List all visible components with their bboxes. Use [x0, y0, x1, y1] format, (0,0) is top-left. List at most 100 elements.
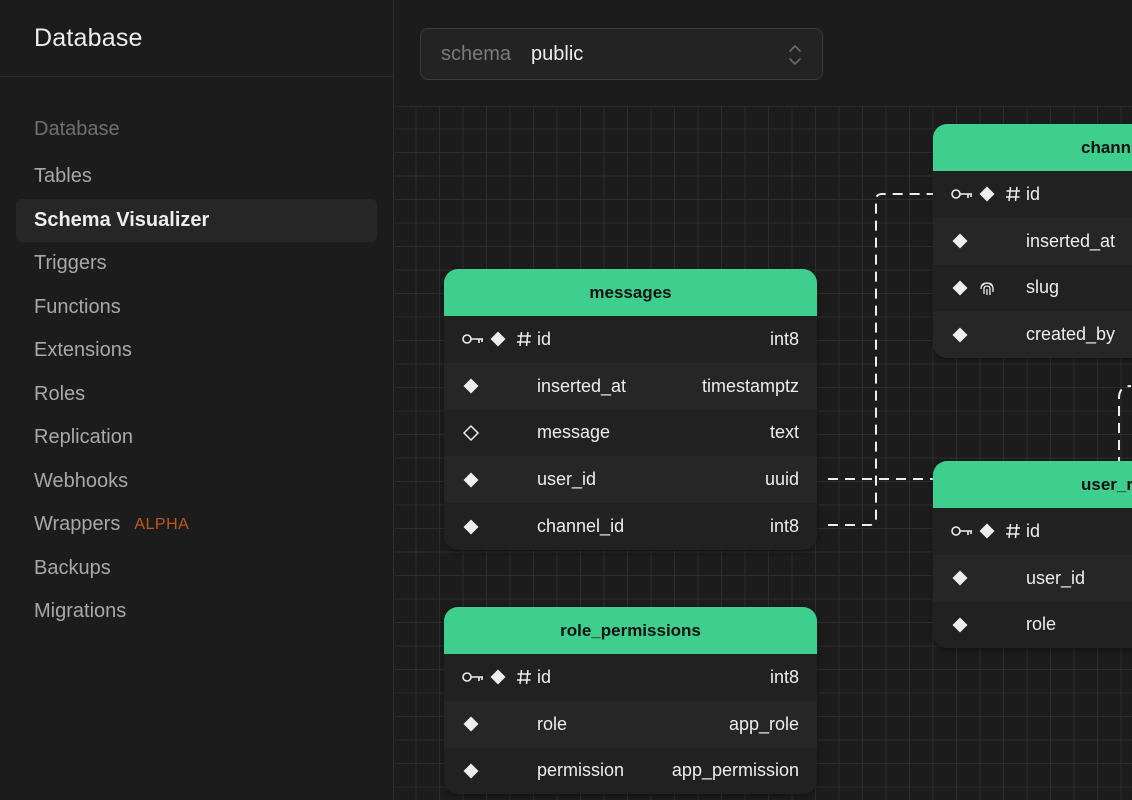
column-row[interactable]: id — [933, 508, 1132, 555]
sidebar-item-schema-visualizer[interactable]: Schema Visualizer — [16, 198, 377, 242]
column-name: id — [537, 328, 552, 349]
column-list: id user_id role — [933, 508, 1132, 649]
sidebar-item-functions[interactable]: Functions — [16, 286, 377, 330]
key-icon — [462, 334, 483, 345]
column-name: channel_id — [537, 516, 625, 537]
schema-value: public — [531, 42, 584, 65]
column-row[interactable]: inserted_at — [933, 217, 1132, 265]
alpha-badge: ALPHA — [134, 515, 190, 533]
hash-icon — [517, 670, 531, 685]
table-channels[interactable]: chann id inserted_at slug created_by — [933, 124, 1132, 359]
column-row[interactable]: id int8 — [444, 316, 817, 363]
chevron-up-down-icon — [789, 45, 801, 65]
sidebar: Database Database Tables Schema Visualiz… — [0, 0, 394, 800]
hash-icon — [1006, 524, 1020, 539]
sidebar-item-webhooks[interactable]: Webhooks — [16, 460, 377, 504]
key-icon — [951, 189, 972, 200]
column-row[interactable]: role app_role — [444, 700, 817, 748]
diamond-outline-icon — [462, 424, 480, 442]
sidebar-title: Database — [34, 23, 143, 52]
column-name: role — [537, 713, 568, 734]
column-row[interactable]: role — [933, 601, 1132, 649]
table-user-roles[interactable]: user_ro id user_id role — [933, 461, 1132, 649]
sidebar-item-roles[interactable]: Roles — [16, 373, 377, 417]
column-list: id int8 inserted_at timestamptz message … — [444, 316, 817, 550]
column-type: int8 — [769, 516, 799, 537]
column-row[interactable]: id — [933, 171, 1132, 218]
column-row[interactable]: user_id uuid — [444, 456, 817, 504]
column-name: permission — [537, 760, 625, 781]
fingerprint-icon — [980, 282, 994, 295]
schema-selector[interactable]: schema public — [420, 28, 823, 80]
column-name: id — [1026, 520, 1041, 541]
column-type: int8 — [769, 666, 799, 687]
sidebar-item-label: Migrations — [34, 600, 127, 623]
column-row[interactable]: permission app_permission — [444, 747, 817, 795]
column-name: role — [1026, 614, 1057, 635]
toolbar: schema public — [395, 0, 1132, 106]
column-name: inserted_at — [1026, 230, 1116, 251]
table-header: chann — [933, 124, 1132, 171]
diamond-filled-icon — [952, 233, 968, 249]
sidebar-item-tables[interactable]: Tables — [16, 155, 377, 199]
diamond-filled-icon — [979, 523, 995, 539]
diamond-filled-icon — [463, 519, 479, 535]
diamond-filled-icon — [463, 472, 479, 488]
column-type: app_permission — [671, 760, 799, 781]
column-name: created_by — [1026, 324, 1116, 345]
sidebar-section-heading: Database — [34, 118, 120, 140]
sidebar-item-label: Triggers — [34, 252, 107, 275]
column-name: user_id — [537, 469, 597, 490]
sidebar-nav: Database Tables Schema Visualizer Trigge… — [0, 108, 393, 634]
main-panel: schema public messages id int8 inserted_… — [395, 0, 1132, 800]
table-role-permissions[interactable]: role_permissions id int8 role app_role p… — [444, 607, 817, 795]
sidebar-item-triggers[interactable]: Triggers — [16, 242, 377, 286]
column-type: timestamptz — [701, 375, 799, 396]
sidebar-item-migrations[interactable]: Migrations — [16, 590, 377, 634]
column-row[interactable]: message text — [444, 409, 817, 457]
sidebar-item-extensions[interactable]: Extensions — [16, 329, 377, 373]
hash-icon — [1006, 187, 1020, 202]
column-row[interactable]: channel_id int8 — [444, 503, 817, 550]
column-row[interactable]: inserted_at timestamptz — [444, 362, 817, 410]
table-header: role_permissions — [444, 607, 817, 654]
schema-label: schema — [441, 42, 512, 65]
diamond-filled-icon — [463, 716, 479, 732]
diamond-filled-icon — [463, 763, 479, 779]
column-row[interactable]: id int8 — [444, 654, 817, 701]
column-name: user_id — [1026, 567, 1086, 588]
key-icon — [462, 672, 483, 683]
sidebar-item-backups[interactable]: Backups — [16, 547, 377, 591]
diamond-filled-icon — [952, 570, 968, 586]
hash-icon — [517, 332, 531, 347]
column-name: id — [1026, 183, 1041, 204]
column-row[interactable]: user_id — [933, 554, 1132, 602]
column-type: text — [769, 422, 799, 443]
table-header: messages — [444, 269, 817, 316]
sidebar-item-wrappers[interactable]: Wrappers ALPHA — [16, 503, 377, 547]
sidebar-item-label: Replication — [34, 426, 133, 449]
column-type: app_role — [728, 713, 799, 734]
diamond-filled-icon — [979, 186, 995, 202]
sidebar-item-label: Webhooks — [34, 469, 129, 492]
column-list: id int8 role app_role permission app_per… — [444, 654, 817, 795]
diamond-filled-icon — [952, 327, 968, 343]
sidebar-item-label: Schema Visualizer — [34, 208, 210, 231]
table-messages[interactable]: messages id int8 inserted_at timestamptz — [444, 269, 817, 550]
sidebar-item-label: Roles — [34, 382, 86, 405]
sidebar-item-label: Extensions — [34, 339, 132, 362]
sidebar-item-label: Wrappers — [34, 513, 121, 536]
diamond-filled-icon — [952, 280, 968, 296]
column-name: slug — [1026, 277, 1060, 298]
sidebar-header: Database — [0, 0, 393, 77]
column-type: int8 — [769, 328, 799, 349]
sidebar-item-label: Backups — [34, 556, 111, 579]
sidebar-item-replication[interactable]: Replication — [16, 416, 377, 460]
column-type: uuid — [764, 469, 799, 490]
column-row[interactable]: slug — [933, 264, 1132, 312]
column-list: id inserted_at slug created_by — [933, 171, 1132, 359]
diamond-filled-icon — [490, 669, 506, 685]
column-name: message — [537, 422, 611, 443]
column-row[interactable]: created_by — [933, 311, 1132, 359]
column-name: inserted_at — [537, 375, 627, 396]
